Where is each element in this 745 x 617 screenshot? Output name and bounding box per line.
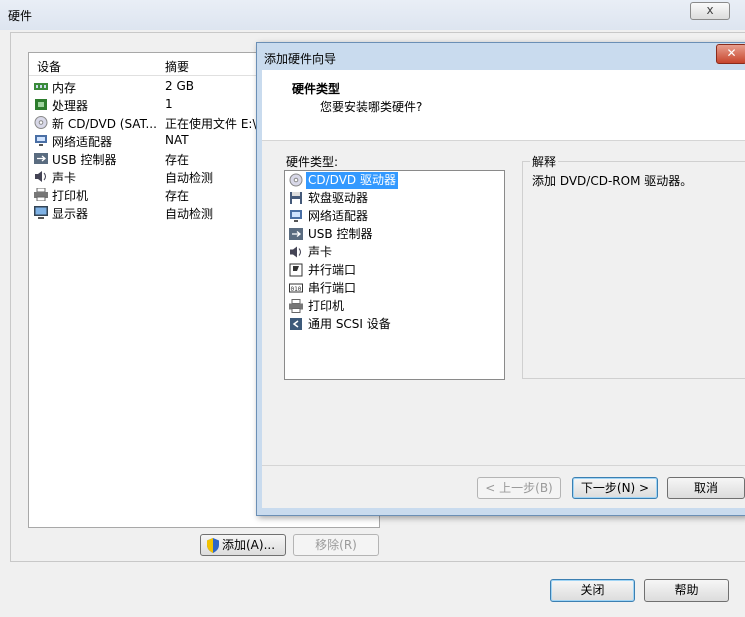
window-title: 硬件 [8, 9, 33, 23]
device-name: 打印机 [52, 189, 89, 203]
device-row-cd-dvd[interactable]: 新 CD/DVD (SAT... 正在使用文件 E:\ [32, 114, 258, 132]
device-name: 新 CD/DVD (SAT... [52, 117, 157, 131]
device-name: USB 控制器 [52, 153, 117, 167]
device-summary: 自动检测 [165, 207, 214, 221]
sound-icon [290, 246, 301, 258]
hardware-item-label: 打印机 [308, 299, 345, 313]
printer-icon [289, 299, 303, 313]
parallel-port-icon [289, 263, 303, 277]
device-name: 内存 [52, 81, 77, 95]
scsi-icon [290, 318, 302, 330]
hardware-item-label: 软盘驱动器 [308, 191, 369, 205]
device-row-memory[interactable]: 内存 2 GB [32, 78, 258, 96]
serial-port-icon: 010 [289, 283, 303, 293]
wizard-heading: 硬件类型 [292, 82, 341, 96]
shield-icon [207, 538, 219, 553]
device-name: 网络适配器 [52, 135, 113, 149]
device-summary: 自动检测 [165, 171, 214, 185]
wizard-close-button[interactable]: ✕ [716, 44, 745, 64]
hardware-type-label: 硬件类型: [286, 155, 339, 169]
help-button[interactable]: 帮助 [644, 579, 729, 602]
hardware-item-label: 声卡 [308, 245, 333, 259]
explanation-text: 添加 DVD/CD-ROM 驱动器。 [532, 174, 693, 188]
device-summary: 2 GB [165, 79, 194, 93]
device-summary: 正在使用文件 E:\ [165, 117, 257, 131]
add-button-label: 添加(A)... [222, 538, 276, 552]
device-name: 声卡 [52, 171, 77, 185]
usb-icon [289, 228, 303, 240]
device-summary: 存在 [165, 189, 190, 203]
device-list-header: 设备 摘要 [29, 57, 257, 76]
device-summary: 存在 [165, 153, 190, 167]
printer-icon [34, 188, 48, 201]
device-summary: NAT [165, 133, 189, 147]
wizard-title: 添加硬件向导 [264, 52, 337, 66]
add-button[interactable]: 添加(A)... [200, 534, 286, 556]
usb-icon [34, 153, 48, 164]
floppy-icon [290, 192, 302, 204]
svg-text:010: 010 [291, 286, 302, 293]
close-button[interactable]: 关闭 [550, 579, 635, 602]
hardware-item-label: 通用 SCSI 设备 [308, 317, 391, 331]
window-close-button[interactable]: x [690, 2, 730, 20]
cd-icon [34, 116, 48, 129]
wizard-separator [262, 465, 745, 466]
back-button[interactable]: < 上一步(B) [477, 477, 561, 499]
memory-icon [34, 83, 48, 90]
display-icon [34, 206, 48, 219]
device-row-sound[interactable]: 声卡 自动检测 [32, 168, 258, 186]
cancel-button[interactable]: 取消 [667, 477, 745, 499]
device-row-processor[interactable]: 处理器 1 [32, 96, 258, 114]
cd-icon [289, 173, 303, 187]
device-row-usb[interactable]: USB 控制器 存在 [32, 150, 258, 168]
device-name: 处理器 [52, 99, 89, 113]
explanation-label: 解释 [530, 153, 559, 170]
hardware-item-label: USB 控制器 [308, 227, 373, 241]
remove-button[interactable]: 移除(R) [293, 534, 379, 556]
device-row-display[interactable]: 显示器 自动检测 [32, 204, 258, 222]
network-icon [290, 210, 302, 222]
device-name: 显示器 [52, 207, 89, 221]
next-button[interactable]: 下一步(N) > [572, 477, 658, 499]
window-titlebar [0, 0, 745, 30]
device-row-printer[interactable]: 打印机 存在 [32, 186, 258, 204]
column-header-device[interactable]: 设备 [37, 58, 61, 75]
hardware-item-label: 网络适配器 [308, 209, 369, 223]
processor-icon [35, 99, 47, 110]
explanation-group [522, 161, 745, 379]
sound-icon [35, 171, 46, 182]
hardware-item-label: CD/DVD 驱动器 [306, 172, 398, 189]
device-row-network[interactable]: 网络适配器 NAT [32, 132, 258, 150]
column-header-summary[interactable]: 摘要 [165, 58, 189, 75]
device-summary: 1 [165, 97, 173, 111]
network-icon [35, 135, 47, 146]
hardware-item-label: 并行端口 [308, 263, 357, 277]
hardware-item-label: 串行端口 [308, 281, 357, 295]
wizard-subheading: 您要安装哪类硬件? [320, 100, 423, 114]
